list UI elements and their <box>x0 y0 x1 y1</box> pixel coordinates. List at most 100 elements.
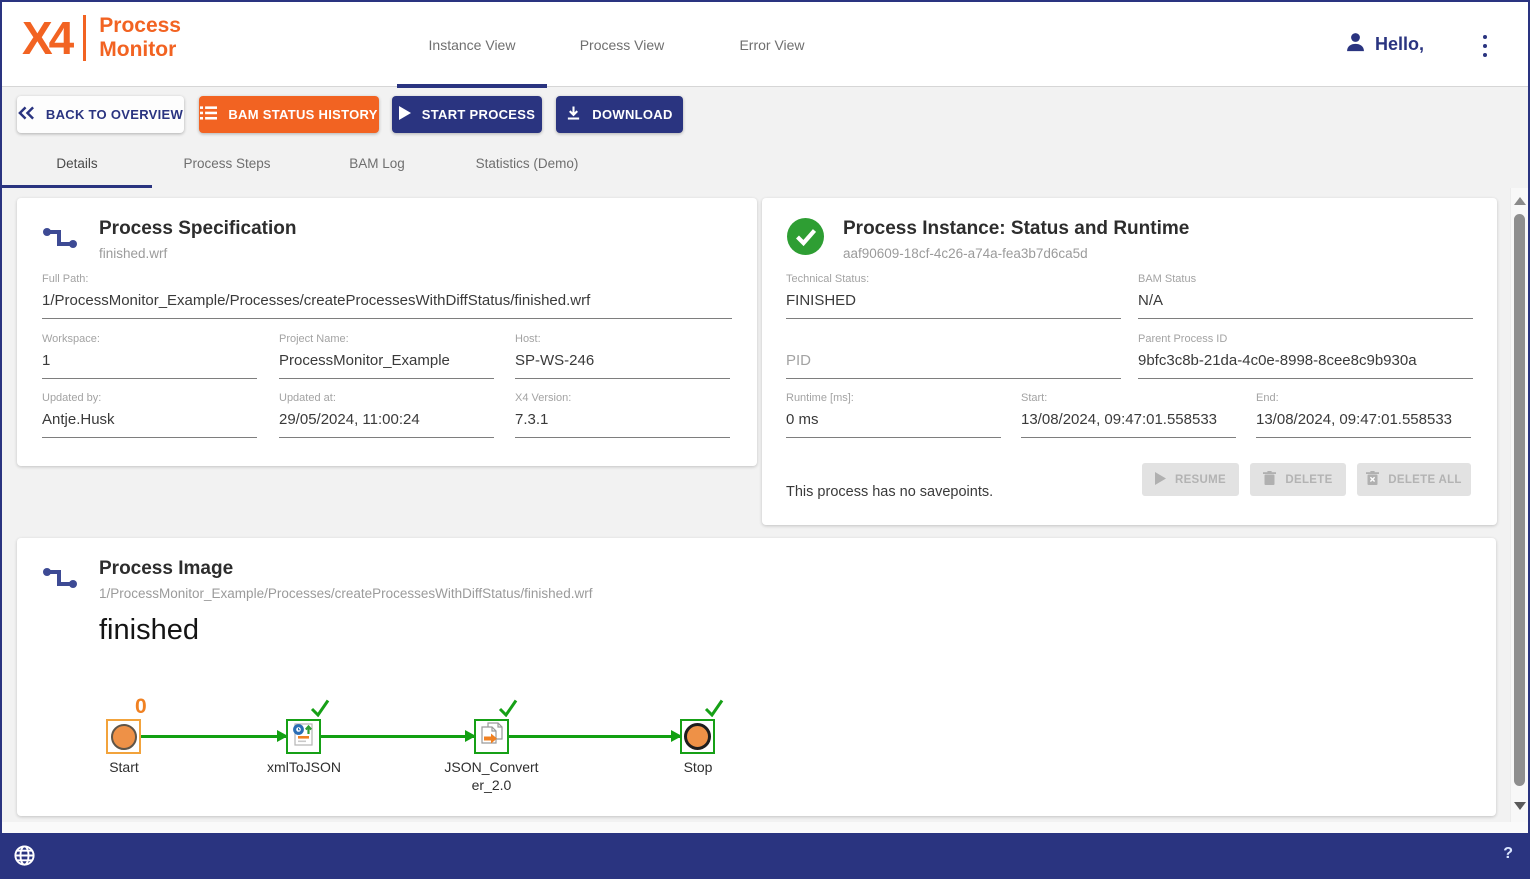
field-full-path: Full Path: 1/ProcessMonitor_Example/Proc… <box>42 273 732 319</box>
tab-bam-log[interactable]: BAM Log <box>302 142 452 188</box>
runtime-label: Runtime [ms]: <box>786 392 1001 404</box>
x4-version-label: X4 Version: <box>515 392 730 404</box>
field-runtime: Runtime [ms]: 0 ms <box>786 392 1001 438</box>
detail-tabs: Details Process Steps BAM Log Statistics… <box>2 142 602 188</box>
project-name-label: Project Name: <box>279 333 494 345</box>
tab-process-steps[interactable]: Process Steps <box>152 142 302 188</box>
back-to-overview-label: BACK TO OVERVIEW <box>46 107 183 122</box>
updated-by-value: Antje.Husk <box>42 411 257 438</box>
technical-status-label: Technical Status: <box>786 273 1121 285</box>
host-value: SP-WS-246 <box>515 352 730 379</box>
scrollbar-up-arrow-icon[interactable] <box>1514 197 1526 205</box>
start-event-icon <box>111 724 137 750</box>
user-icon <box>1344 31 1367 59</box>
help-link[interactable]: ? <box>1503 845 1513 863</box>
delete-all-button[interactable]: DELETE ALL <box>1357 463 1471 496</box>
footer-strip <box>2 822 1528 833</box>
back-to-overview-button[interactable]: BACK TO OVERVIEW <box>17 96 184 133</box>
process-monitor-window: X4 Process Monitor Instance View Process… <box>0 0 1530 879</box>
app-logo: X4 Process Monitor <box>22 14 181 62</box>
resume-play-icon <box>1155 472 1166 488</box>
flow-arrow <box>509 735 680 738</box>
trash-x-icon <box>1366 471 1379 488</box>
tab-error-view[interactable]: Error View <box>697 2 847 87</box>
end-value: 13/08/2024, 09:47:01.558533 <box>1256 411 1471 438</box>
main-nav-tabs: Instance View Process View Error View <box>397 2 847 87</box>
flow-arrow <box>321 735 474 738</box>
vertical-scrollbar <box>1510 188 1528 824</box>
spec-card-title: Process Specification <box>99 218 296 240</box>
savepoints-note: This process has no savepoints. <box>786 484 993 500</box>
diagram-node-start[interactable] <box>106 719 141 754</box>
diagram-node-stop[interactable] <box>680 719 715 754</box>
field-workspace: Workspace: 1 <box>42 333 257 379</box>
process-instance-card: Process Instance: Status and Runtime aaf… <box>762 198 1497 525</box>
project-name-value: ProcessMonitor_Example <box>279 352 494 379</box>
workspace-label: Workspace: <box>42 333 257 345</box>
node-label-start: Start <box>69 759 179 777</box>
node-label-xmltojson: xmlToJSON <box>249 759 359 777</box>
workflow-icon <box>42 224 80 257</box>
start-process-button[interactable]: START PROCESS <box>392 96 542 133</box>
diagram-node-xmltojson[interactable] <box>286 719 321 754</box>
download-label: DOWNLOAD <box>592 107 672 122</box>
field-host: Host: SP-WS-246 <box>515 333 730 379</box>
json-converter-task-icon <box>478 721 505 753</box>
content-area: Process Specification finished.wrf Full … <box>2 188 1528 824</box>
diagram-node-json-converter[interactable] <box>474 719 509 754</box>
bottom-bar: ? <box>2 833 1528 879</box>
flow-arrow <box>141 735 286 738</box>
user-menu[interactable]: Hello, <box>1344 2 1424 87</box>
updated-by-label: Updated by: <box>42 392 257 404</box>
start-process-label: START PROCESS <box>422 107 535 122</box>
bam-status-history-button[interactable]: BAM STATUS HISTORY <box>199 96 379 133</box>
bam-status-value: N/A <box>1138 292 1473 319</box>
x4-version-value: 7.3.1 <box>515 411 730 438</box>
field-start: Start: 13/08/2024, 09:47:01.558533 <box>1021 392 1236 438</box>
full-path-label: Full Path: <box>42 273 732 285</box>
double-chevron-left-icon <box>18 106 35 123</box>
xml-to-json-task-icon <box>290 721 317 753</box>
list-icon <box>200 106 217 123</box>
bam-status-history-label: BAM STATUS HISTORY <box>228 107 377 122</box>
delete-label: DELETE <box>1285 474 1332 486</box>
tab-process-view[interactable]: Process View <box>547 2 697 87</box>
field-project-name: Project Name: ProcessMonitor_Example <box>279 333 494 379</box>
full-path-value: 1/ProcessMonitor_Example/Processes/creat… <box>42 292 732 319</box>
field-updated-by: Updated by: Antje.Husk <box>42 392 257 438</box>
resume-label: RESUME <box>1175 474 1226 486</box>
start-value: 13/08/2024, 09:47:01.558533 <box>1021 411 1236 438</box>
download-button[interactable]: DOWNLOAD <box>556 96 683 133</box>
node-success-check-icon <box>498 699 518 722</box>
resume-button[interactable]: RESUME <box>1142 463 1239 496</box>
field-x4-version: X4 Version: 7.3.1 <box>515 392 730 438</box>
delete-all-label: DELETE ALL <box>1388 474 1462 486</box>
tab-details[interactable]: Details <box>2 142 152 188</box>
stop-event-icon <box>684 723 711 750</box>
spec-card-subtitle: finished.wrf <box>99 246 296 261</box>
scrollbar-down-arrow-icon[interactable] <box>1514 802 1526 810</box>
field-updated-at: Updated at: 29/05/2024, 11:00:24 <box>279 392 494 438</box>
kebab-menu-icon[interactable] <box>1476 35 1494 57</box>
field-end: End: 13/08/2024, 09:47:01.558533 <box>1256 392 1471 438</box>
parent-process-id-label: Parent Process ID <box>1138 333 1473 345</box>
image-card-subtitle: 1/ProcessMonitor_Example/Processes/creat… <box>99 586 592 601</box>
product-name: Process Monitor <box>99 14 181 62</box>
process-specification-card: Process Specification finished.wrf Full … <box>17 198 757 466</box>
node-success-check-icon <box>310 699 330 722</box>
tab-statistics-demo[interactable]: Statistics (Demo) <box>452 142 602 188</box>
product-name-line1: Process <box>99 14 181 38</box>
status-card-subtitle: aaf90609-18cf-4c26-a74a-fea3b7d6ca5d <box>843 246 1189 261</box>
field-pid: PID <box>786 333 1121 379</box>
tab-instance-view[interactable]: Instance View <box>397 2 547 87</box>
updated-at-value: 29/05/2024, 11:00:24 <box>279 411 494 438</box>
globe-icon[interactable] <box>13 844 36 872</box>
diagram-process-name: finished <box>99 614 199 647</box>
runtime-value: 0 ms <box>786 411 1001 438</box>
delete-button[interactable]: DELETE <box>1250 463 1346 496</box>
node-label-json-converter: JSON_Converter_2.0 <box>444 759 539 794</box>
host-label: Host: <box>515 333 730 345</box>
pid-label-spacer <box>786 333 1121 345</box>
app-header: X4 Process Monitor Instance View Process… <box>2 2 1528 87</box>
scrollbar-thumb[interactable] <box>1514 214 1525 786</box>
